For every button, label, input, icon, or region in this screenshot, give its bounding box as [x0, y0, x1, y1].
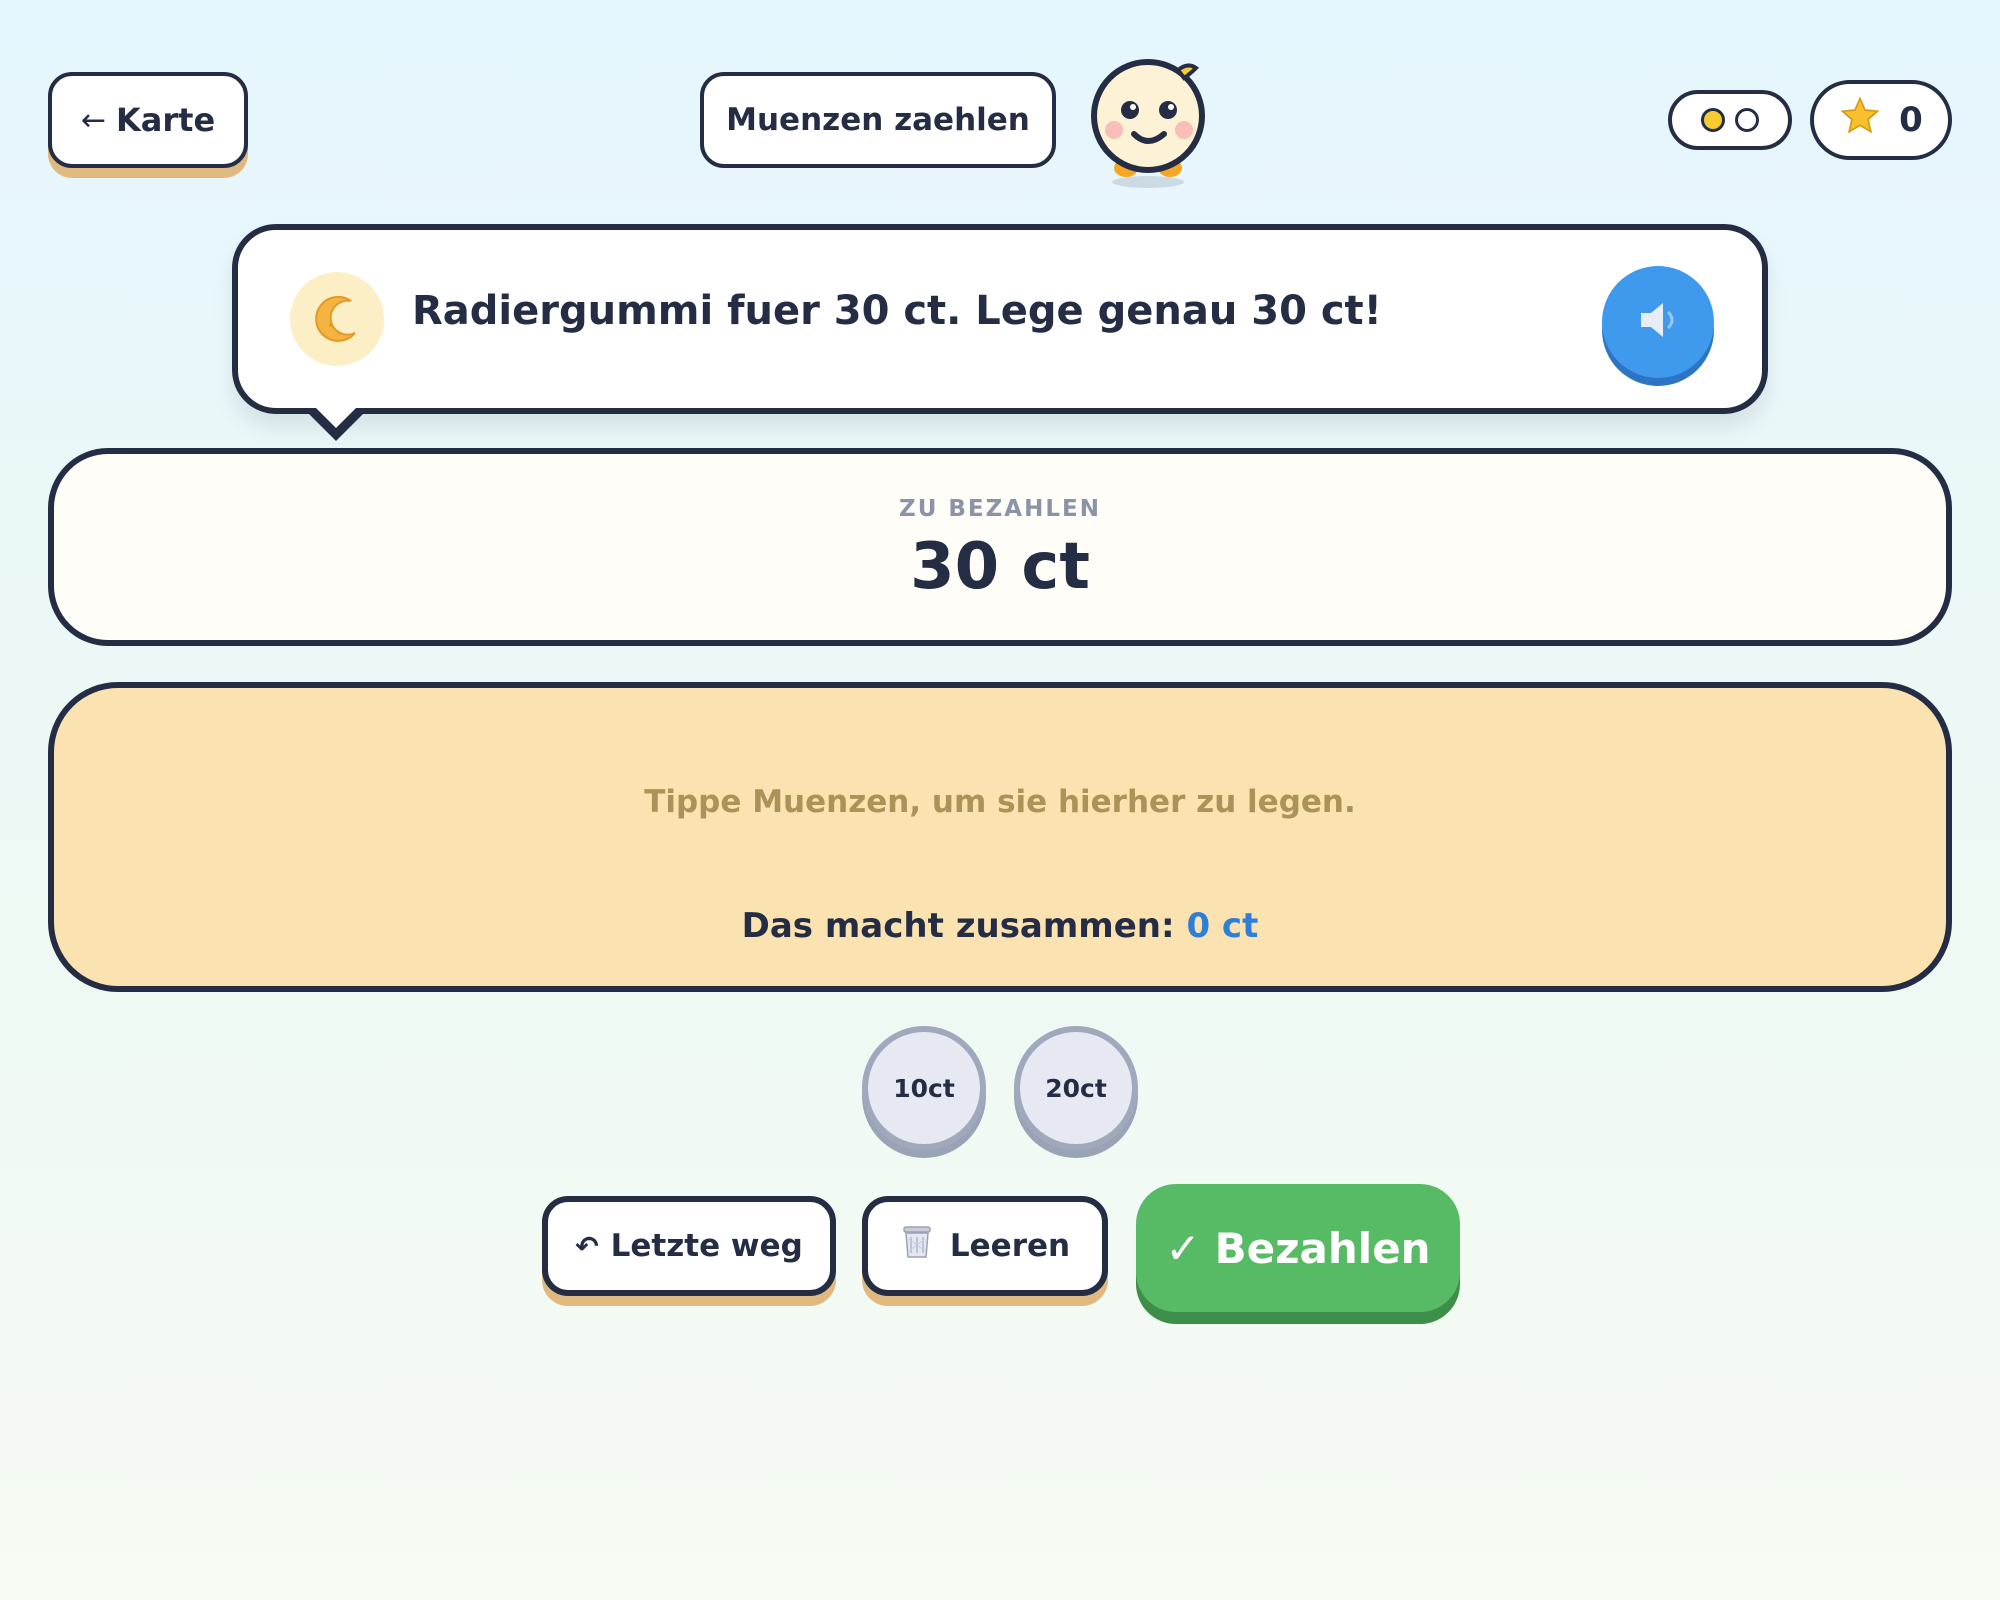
checkmark-icon: ✓ — [1165, 1223, 1201, 1273]
mascot-avatar — [1086, 50, 1216, 190]
progress-dot-completed — [1701, 108, 1725, 132]
clear-button-label: Leeren — [949, 1228, 1071, 1264]
amount-due-label: ZU BEZAHLEN — [899, 496, 1101, 522]
crescent-eraser-icon — [290, 272, 384, 366]
clear-tray-button[interactable]: Leeren — [862, 1196, 1108, 1296]
back-to-map-button[interactable]: ← Karte — [48, 72, 248, 168]
progress-dot-pending — [1735, 108, 1759, 132]
progress-indicator — [1668, 90, 1792, 150]
speech-bubble-tail-fill — [308, 400, 364, 428]
stars-counter: 0 — [1810, 80, 1952, 160]
coin-drop-tray[interactable]: Tippe Muenzen, um sie hierher zu legen. … — [48, 682, 1952, 992]
undo-last-button[interactable]: ↶ Letzte weg — [542, 1196, 836, 1296]
undo-icon: ↶ — [575, 1229, 599, 1263]
undo-button-label: Letzte weg — [610, 1228, 803, 1264]
amount-due-value: 30 ct — [910, 530, 1090, 604]
tray-hint-text: Tippe Muenzen, um sie hierher zu legen. — [644, 784, 1356, 820]
coin-10ct-button[interactable]: 10ct — [862, 1026, 986, 1150]
speaker-icon — [1633, 295, 1683, 349]
speaker-button[interactable] — [1602, 266, 1714, 378]
arrow-left-icon: ← — [80, 102, 106, 138]
activity-title: Muenzen zaehlen — [700, 72, 1056, 168]
prompt-speech-bubble: Radiergummi fuer 30 ct. Lege genau 30 ct… — [232, 224, 1768, 414]
amount-due-card: ZU BEZAHLEN 30 ct — [48, 448, 1952, 646]
stars-count: 0 — [1899, 100, 1923, 140]
tray-total: Das macht zusammen: 0 ct — [54, 906, 1946, 946]
coin-20ct-label: 20ct — [1045, 1073, 1107, 1103]
tray-total-label: Das macht zusammen: — [741, 906, 1175, 946]
tray-total-value: 0 ct — [1186, 906, 1259, 946]
pay-button[interactable]: ✓ Bezahlen — [1136, 1184, 1460, 1312]
star-icon — [1839, 95, 1881, 146]
pay-button-label: Bezahlen — [1214, 1223, 1431, 1273]
prompt-text: Radiergummi fuer 30 ct. Lege genau 30 ct… — [412, 288, 1382, 334]
coin-20ct-button[interactable]: 20ct — [1014, 1026, 1138, 1150]
activity-title-label: Muenzen zaehlen — [726, 102, 1030, 138]
back-button-label: Karte — [115, 101, 216, 139]
coin-10ct-label: 10ct — [893, 1073, 955, 1103]
trash-icon — [900, 1223, 934, 1269]
